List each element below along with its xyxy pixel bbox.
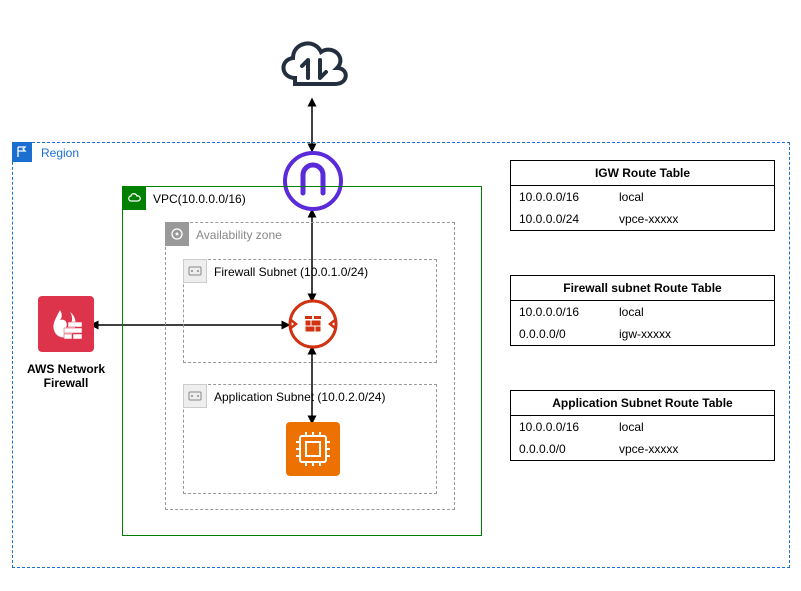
table-row: 10.0.0.0/16 local: [511, 416, 774, 438]
region-label: Region: [41, 146, 79, 160]
vpc-label: VPC(10.0.0.0/16): [153, 192, 246, 206]
subnet-icon: [183, 384, 207, 408]
firewall-endpoint-icon: [287, 298, 339, 350]
table-row: 10.0.0.0/16 local: [511, 301, 774, 323]
internet-cloud-icon: [275, 30, 353, 98]
firewall-route-table-title: Firewall subnet Route Table: [511, 276, 774, 301]
table-row: 0.0.0.0/0 vpce-xxxxx: [511, 438, 774, 460]
firewall-route-table: Firewall subnet Route Table 10.0.0.0/16 …: [510, 275, 775, 346]
az-label: Availability zone: [196, 228, 282, 242]
subnet-icon: [183, 259, 207, 283]
vpc-cloud-icon: [122, 186, 146, 210]
aws-network-firewall-icon: [36, 296, 96, 352]
application-route-table-title: Application Subnet Route Table: [511, 391, 774, 416]
application-route-table: Application Subnet Route Table 10.0.0.0/…: [510, 390, 775, 461]
application-instance-icon: [286, 422, 340, 476]
table-row: 0.0.0.0/0 igw-xxxxx: [511, 323, 774, 345]
application-subnet-label: Application Subnet (10.0.2.0/24): [214, 390, 385, 404]
az-location-icon: [165, 222, 189, 246]
table-row: 10.0.0.0/16 local: [511, 186, 774, 208]
aws-network-firewall-label: AWS NetworkFirewall: [16, 356, 116, 391]
igw-route-table-title: IGW Route Table: [511, 161, 774, 186]
region-flag-icon: [12, 142, 32, 162]
igw-route-table: IGW Route Table 10.0.0.0/16 local 10.0.0…: [510, 160, 775, 231]
table-row: 10.0.0.0/24 vpce-xxxxx: [511, 208, 774, 230]
firewall-subnet-label: Firewall Subnet (10.0.1.0/24): [214, 265, 368, 279]
